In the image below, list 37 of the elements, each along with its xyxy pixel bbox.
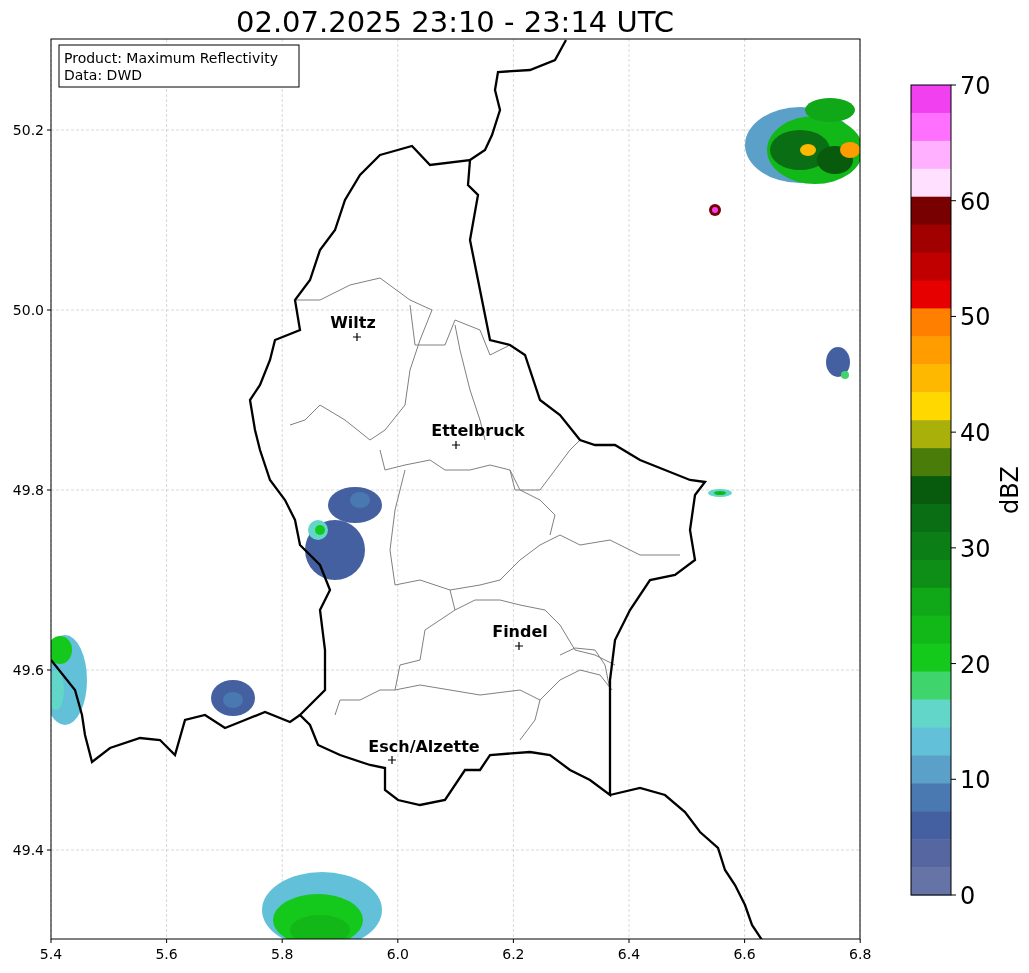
radar-echo bbox=[211, 680, 255, 716]
axis-tick-label: 5.4 bbox=[39, 946, 63, 962]
axis-tick-label: 5.6 bbox=[155, 946, 178, 962]
colorbar-tick-label: 10 bbox=[960, 766, 991, 795]
info-text: Product: Maximum Reflectivity bbox=[64, 50, 278, 66]
city-marker-icon bbox=[387, 755, 397, 765]
axis-tick-label: 6.2 bbox=[502, 946, 525, 962]
colorbar-tick-label: 30 bbox=[960, 534, 991, 563]
axis-tick-label: 6.6 bbox=[733, 946, 756, 962]
colorbar-tick-label: 0 bbox=[960, 882, 976, 910]
chart-title: 02.07.2025 23:10 - 23:14 UTC bbox=[236, 5, 674, 39]
axis-tick-label: 50.0 bbox=[12, 302, 44, 318]
axis-tick-label: 49.8 bbox=[12, 482, 44, 498]
axis-tick-label: 6.8 bbox=[849, 946, 872, 962]
info-text: Data: DWD bbox=[64, 67, 142, 83]
colorbar-tick-label: 20 bbox=[960, 650, 991, 679]
radar-echo bbox=[708, 489, 732, 497]
radar-echo bbox=[709, 204, 721, 216]
city-label: Findel bbox=[492, 622, 548, 641]
colorbar-label: dBZ bbox=[996, 465, 1024, 515]
city-label: Wiltz bbox=[330, 313, 376, 332]
city-label: Esch/Alzette bbox=[368, 737, 480, 756]
axis-tick-label: 6.4 bbox=[617, 946, 641, 962]
colorbar-tick-label: 60 bbox=[960, 187, 991, 216]
axis-tick-label: 49.4 bbox=[12, 842, 44, 858]
axis-tick-label: 49.6 bbox=[12, 662, 44, 678]
radar-echo bbox=[826, 347, 850, 379]
city-marker-icon bbox=[451, 440, 461, 450]
city-marker-icon bbox=[514, 641, 524, 651]
axis-tick-label: 50.2 bbox=[12, 122, 44, 138]
colorbar-tick-label: 70 bbox=[960, 72, 991, 100]
city-marker-icon bbox=[352, 332, 362, 342]
colorbar-tick-label: 40 bbox=[960, 419, 991, 448]
city-label: Ettelbruck bbox=[431, 421, 525, 440]
axis-tick-label: 6.0 bbox=[386, 946, 409, 962]
axis-tick-label: 5.8 bbox=[271, 946, 294, 962]
colorbar-tick-label: 50 bbox=[960, 303, 991, 332]
